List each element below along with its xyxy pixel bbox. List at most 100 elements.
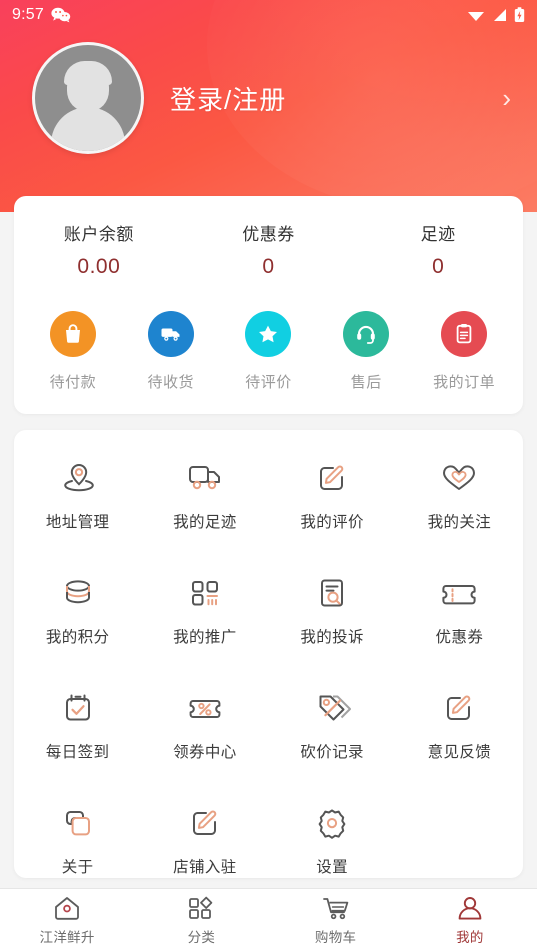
delivery-truck-icon [147, 311, 194, 357]
battery-charging-icon [514, 7, 525, 23]
order-status-pending-review[interactable]: 待评价 [220, 311, 318, 392]
app-screen: 9:57 登录/注册 › 账户余额 0.00 优惠券 0 足迹 0 待付款 待收… [0, 0, 537, 952]
location-pin-icon [58, 456, 98, 500]
wifi-icon [467, 8, 485, 22]
truck-icon [183, 456, 227, 500]
clipboard-icon [441, 311, 488, 357]
document-search-icon [312, 571, 352, 615]
menu-item-label: 关于 [61, 859, 94, 876]
menu-item-my-footprints[interactable]: 我的足迹 [141, 456, 268, 553]
status-bar: 9:57 [0, 0, 537, 30]
stat-footprints[interactable]: 足迹 0 [353, 220, 523, 279]
status-bar-left: 9:57 [12, 6, 71, 24]
star-icon [245, 311, 292, 357]
stat-balance[interactable]: 账户余额 0.00 [14, 220, 184, 279]
stat-label: 账户余额 [63, 225, 134, 244]
tab-profile[interactable]: 我的 [403, 895, 537, 946]
profile-header: 9:57 登录/注册 › [0, 0, 537, 212]
menu-item-my-promotion[interactable]: 我的推广 [141, 571, 268, 668]
menu-item-address-management[interactable]: 地址管理 [14, 456, 141, 553]
avatar-head [67, 65, 109, 111]
edit-square-icon [439, 686, 479, 730]
menu-item-label: 我的评价 [300, 514, 364, 531]
menu-item-merchant-entry[interactable]: 店铺入驻 [141, 801, 268, 898]
menu-item-my-points[interactable]: 我的积分 [14, 571, 141, 668]
order-status-label: 我的订单 [433, 374, 496, 391]
tab-category[interactable]: 分类 [134, 895, 268, 946]
stat-value: 0 [262, 255, 275, 278]
menu-item-label: 优惠券 [435, 629, 484, 646]
order-status-label: 待收货 [147, 374, 194, 391]
order-status-row: 待付款 待收货 待评价 售后 我的订单 [14, 279, 523, 392]
login-register-link[interactable]: 登录/注册 [170, 80, 286, 117]
menu-item-daily-checkin[interactable]: 每日签到 [14, 686, 141, 783]
stat-label: 优惠券 [242, 225, 295, 244]
menu-item-coupon-center[interactable]: 领券中心 [141, 686, 268, 783]
coins-icon [57, 571, 99, 615]
menu-item-label: 地址管理 [45, 514, 110, 531]
grid-promo-icon [185, 571, 225, 615]
gear-icon [312, 801, 352, 845]
tab-label: 购物车 [314, 930, 357, 945]
percent-ticket-icon [183, 686, 227, 730]
tab-cart[interactable]: 购物车 [269, 895, 403, 946]
account-summary-card: 账户余额 0.00 优惠券 0 足迹 0 待付款 待收货 待评价 售后 我的订单 [14, 196, 523, 414]
menu-item-my-favorites[interactable]: 我的关注 [396, 456, 523, 553]
tab-label: 江洋鲜升 [39, 930, 95, 945]
menu-item-my-reviews[interactable]: 我的评价 [269, 456, 396, 553]
stat-value: 0.00 [77, 255, 121, 278]
signal-icon [492, 8, 507, 22]
shopping-bag-icon [49, 311, 96, 357]
tab-home[interactable]: 江洋鲜升 [0, 895, 134, 946]
menu-item-label: 我的投诉 [300, 629, 364, 646]
menu-item-label: 我的关注 [427, 514, 492, 531]
home-icon [52, 895, 82, 921]
menu-item-label: 店铺入驻 [173, 859, 237, 876]
menu-item-label: 设置 [316, 859, 349, 876]
avatar[interactable] [32, 42, 144, 154]
headset-icon [343, 311, 390, 357]
cart-icon [321, 895, 351, 921]
stat-label: 足迹 [420, 225, 456, 244]
menu-grid: 地址管理 我的足迹 我的评价 我的关注 我的积分 我的推广 我的投诉 优惠券 每… [14, 430, 523, 916]
stats-row: 账户余额 0.00 优惠券 0 足迹 0 [14, 196, 523, 279]
heart-icon [438, 456, 480, 500]
menu-item-label: 意见反馈 [427, 744, 492, 761]
order-status-pending-receipt[interactable]: 待收货 [122, 311, 220, 392]
edit-square-icon [312, 456, 352, 500]
wechat-icon [51, 7, 71, 23]
menu-item-bargain-records[interactable]: 砍价记录 [269, 686, 396, 783]
order-status-label: 待评价 [245, 374, 292, 391]
menu-item-settings[interactable]: 设置 [269, 801, 396, 898]
tab-label: 分类 [187, 930, 216, 945]
edit-square-icon [185, 801, 225, 845]
tab-label: 我的 [456, 930, 484, 945]
menu-item-label: 每日签到 [45, 744, 110, 761]
overlapping-squares-icon [58, 801, 98, 845]
price-tag-icon [311, 686, 353, 730]
menu-item-label: 我的积分 [45, 629, 110, 646]
order-status-after-sales[interactable]: 售后 [317, 311, 415, 392]
menu-item-about[interactable]: 关于 [14, 801, 141, 898]
user-icon [456, 895, 484, 921]
chevron-right-icon[interactable]: › [502, 85, 517, 111]
profile-row[interactable]: 登录/注册 › [32, 42, 517, 154]
menu-grid-card: 地址管理 我的足迹 我的评价 我的关注 我的积分 我的推广 我的投诉 优惠券 每… [14, 430, 523, 878]
category-icon [187, 895, 215, 921]
order-status-label: 待付款 [49, 374, 97, 391]
stat-value: 0 [432, 255, 445, 278]
menu-item-feedback[interactable]: 意见反馈 [396, 686, 523, 783]
bottom-tab-bar: 江洋鲜升 分类 购物车 我的 [0, 888, 537, 952]
menu-item-label: 我的足迹 [173, 514, 237, 531]
status-time: 9:57 [12, 6, 44, 23]
order-status-label: 售后 [350, 374, 382, 391]
calendar-check-icon [58, 686, 98, 730]
menu-item-label: 领券中心 [173, 744, 237, 761]
menu-item-coupons[interactable]: 优惠券 [396, 571, 523, 668]
order-status-pending-payment[interactable]: 待付款 [24, 311, 122, 392]
stat-coupons[interactable]: 优惠券 0 [184, 220, 354, 279]
menu-item-label: 我的推广 [173, 629, 237, 646]
coupon-ticket-icon [438, 571, 480, 615]
order-status-my-orders[interactable]: 我的订单 [415, 311, 513, 392]
menu-item-my-complaints[interactable]: 我的投诉 [269, 571, 396, 668]
